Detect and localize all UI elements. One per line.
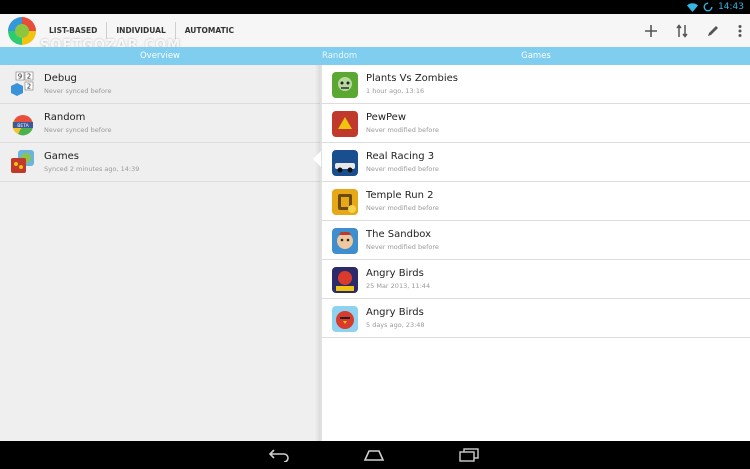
profile-name: Debug bbox=[44, 73, 77, 84]
game-item-angry-birds[interactable]: Angry Birds 5 days ago, 23:48 bbox=[322, 299, 750, 338]
profile-status: Never synced before bbox=[44, 87, 112, 95]
random-icon: BETA bbox=[12, 115, 34, 136]
navigation-bar bbox=[0, 441, 750, 469]
sort-icon[interactable] bbox=[676, 23, 688, 38]
profile-list: 9 2 2 Debug Never synced before BETA Ran… bbox=[0, 65, 320, 441]
game-item-angry-birds-star-wars[interactable]: Angry Birds 25 Mar 2013, 11:44 bbox=[322, 260, 750, 299]
profile-name: Random bbox=[44, 112, 86, 123]
game-name: Real Racing 3 bbox=[366, 151, 435, 162]
profile-status: Never synced before bbox=[44, 126, 112, 134]
game-status: 1 hour ago, 13:16 bbox=[366, 87, 425, 95]
game-list: Plants Vs Zombies 1 hour ago, 13:16 PewP… bbox=[320, 65, 750, 441]
game-name: Angry Birds bbox=[366, 268, 424, 279]
svg-text:2: 2 bbox=[27, 83, 31, 91]
game-name: Plants Vs Zombies bbox=[366, 73, 459, 84]
the-sandbox-icon bbox=[332, 228, 358, 254]
game-name: PewPew bbox=[366, 112, 407, 123]
temple-run-2-icon bbox=[332, 189, 358, 215]
back-icon[interactable] bbox=[268, 448, 290, 462]
svg-text:2: 2 bbox=[27, 73, 31, 81]
home-icon[interactable] bbox=[363, 448, 385, 462]
profile-item-random[interactable]: BETA Random Never synced before bbox=[0, 104, 320, 143]
status-bar: 14:43 bbox=[0, 0, 750, 14]
real-racing-3-icon bbox=[332, 150, 358, 176]
game-item-plants-vs-zombies[interactable]: Plants Vs Zombies 1 hour ago, 13:16 bbox=[322, 65, 750, 104]
sync-progress-icon bbox=[703, 2, 713, 12]
game-status: Never modified before bbox=[366, 243, 439, 251]
game-name: Temple Run 2 bbox=[366, 190, 434, 201]
debug-icon: 9 2 2 bbox=[11, 71, 34, 96]
overflow-menu-icon[interactable] bbox=[738, 24, 742, 38]
action-bar: LIST-BASED INDIVIDUAL AUTOMATIC SOFTGOZA… bbox=[0, 14, 750, 53]
game-item-pewpew[interactable]: PewPew Never modified before bbox=[322, 104, 750, 143]
plants-vs-zombies-icon bbox=[332, 72, 358, 98]
game-item-real-racing-3[interactable]: Real Racing 3 Never modified before bbox=[322, 143, 750, 182]
pewpew-icon bbox=[332, 111, 358, 137]
svg-text:BETA: BETA bbox=[17, 123, 29, 129]
game-status: Never modified before bbox=[366, 165, 439, 173]
game-item-temple-run-2[interactable]: Temple Run 2 Never modified before bbox=[322, 182, 750, 221]
section-header: Overview Random Games bbox=[0, 47, 750, 65]
angry-birds-star-wars-icon bbox=[332, 267, 358, 293]
games-title: Games bbox=[521, 51, 551, 61]
profile-name: Games bbox=[44, 151, 79, 162]
action-buttons bbox=[644, 14, 742, 47]
profile-status: Synced 2 minutes ago, 14:39 bbox=[44, 165, 140, 173]
game-name: Angry Birds bbox=[366, 307, 424, 318]
game-name: The Sandbox bbox=[366, 229, 432, 240]
game-item-the-sandbox[interactable]: The Sandbox Never modified before bbox=[322, 221, 750, 260]
status-icons: 14:43 bbox=[687, 1, 744, 13]
add-icon[interactable] bbox=[644, 24, 658, 38]
profile-item-debug[interactable]: 9 2 2 Debug Never synced before bbox=[0, 65, 320, 104]
wifi-icon bbox=[687, 2, 699, 12]
angry-birds-icon bbox=[332, 306, 358, 332]
selection-pointer bbox=[313, 151, 321, 167]
tab-automatic[interactable]: AUTOMATIC bbox=[176, 22, 243, 39]
profile-item-games[interactable]: Games Synced 2 minutes ago, 14:39 bbox=[0, 143, 320, 182]
game-status: 5 days ago, 23:48 bbox=[366, 321, 425, 329]
edit-icon[interactable] bbox=[706, 24, 720, 38]
overview-title: Overview bbox=[139, 51, 181, 61]
recent-apps-icon[interactable] bbox=[458, 448, 480, 462]
tab-individual[interactable]: INDIVIDUAL bbox=[107, 22, 176, 39]
games-icon bbox=[11, 150, 34, 173]
svg-text:9: 9 bbox=[18, 73, 22, 81]
app-logo-icon[interactable] bbox=[8, 17, 36, 45]
game-status: Never modified before bbox=[366, 204, 439, 212]
status-clock: 14:43 bbox=[718, 2, 744, 12]
tab-list-based[interactable]: LIST-BASED bbox=[40, 22, 108, 39]
game-status: Never modified before bbox=[366, 126, 439, 134]
game-status: 25 Mar 2013, 11:44 bbox=[366, 282, 431, 290]
